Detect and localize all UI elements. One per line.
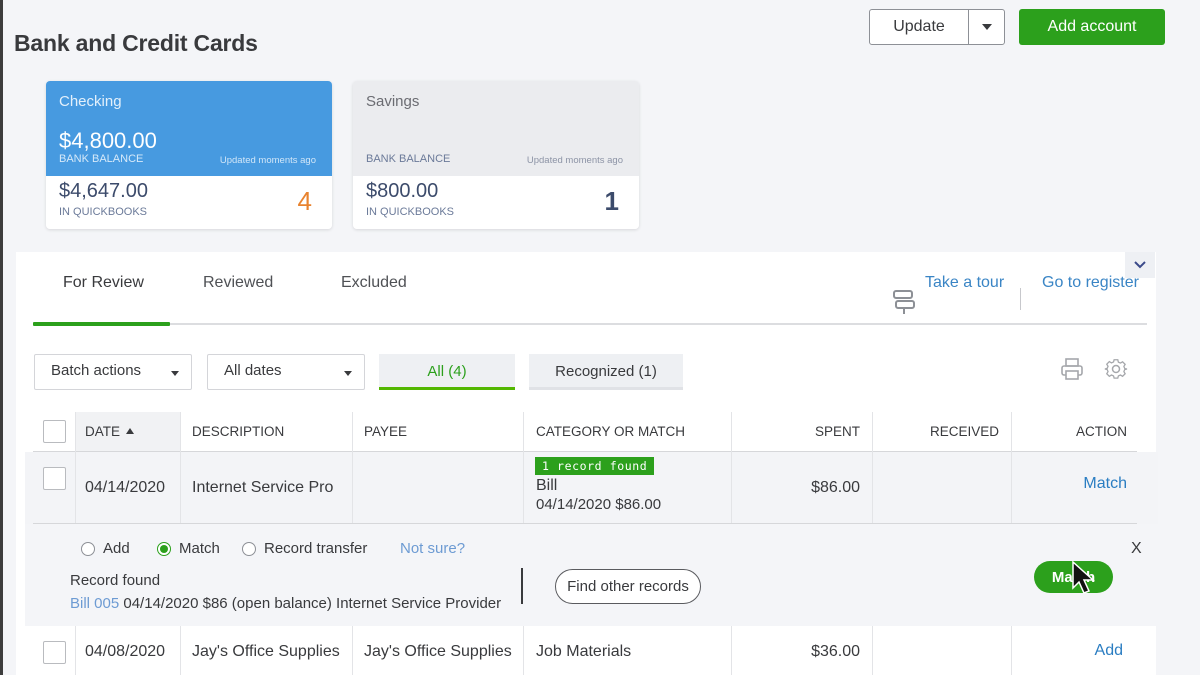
filter-recognized-tab[interactable]: Recognized (1) bbox=[529, 354, 683, 390]
bill-link[interactable]: Bill 005 bbox=[70, 595, 119, 612]
update-button[interactable]: Update bbox=[870, 10, 968, 44]
account-card-bank-section: Savings BANK BALANCE Updated moments ago bbox=[353, 81, 639, 176]
column-divider bbox=[872, 412, 873, 524]
page-title: Bank and Credit Cards bbox=[14, 30, 258, 56]
panel-divider bbox=[521, 568, 523, 604]
row-description: Jay's Office Supplies bbox=[192, 643, 340, 660]
record-found-detail: Bill 005 04/14/2020 $86 (open balance) I… bbox=[70, 595, 501, 612]
update-split-button: Update bbox=[869, 9, 1005, 45]
signpost-icon[interactable] bbox=[892, 289, 916, 315]
update-dropdown-toggle[interactable] bbox=[968, 10, 1004, 44]
column-header-category[interactable]: CATEGORY OR MATCH bbox=[536, 412, 685, 452]
bank-balance-label: BANK BALANCE bbox=[366, 153, 451, 165]
take-a-tour-link[interactable]: Take a tour bbox=[925, 274, 1004, 292]
column-header-payee[interactable]: PAYEE bbox=[364, 412, 407, 452]
account-card-quickbooks-section: $800.00 IN QUICKBOOKS 1 bbox=[353, 176, 639, 229]
row-checkbox[interactable] bbox=[43, 467, 66, 490]
match-action-link[interactable]: Match bbox=[1012, 475, 1127, 493]
row-spent: $86.00 bbox=[811, 479, 860, 496]
add-account-button[interactable]: Add account bbox=[1019, 9, 1165, 45]
account-card-savings[interactable]: Savings BANK BALANCE Updated moments ago… bbox=[353, 81, 639, 229]
radio-add[interactable]: Add bbox=[81, 540, 130, 557]
column-header-date[interactable]: DATE bbox=[85, 412, 135, 452]
account-name: Checking bbox=[59, 93, 122, 110]
row-category[interactable]: Job Materials bbox=[536, 643, 631, 661]
column-divider bbox=[523, 412, 524, 524]
row-spent: $36.00 bbox=[811, 643, 860, 660]
pending-transactions-count: 4 bbox=[297, 186, 312, 216]
updated-status: Updated moments ago bbox=[219, 155, 316, 166]
radio-match[interactable]: Match bbox=[157, 540, 220, 557]
print-icon[interactable] bbox=[1060, 357, 1084, 381]
column-header-action: ACTION bbox=[1075, 424, 1127, 439]
record-found-badge: 1 record found bbox=[535, 457, 655, 475]
account-card-bank-section: Checking $4,800.00 BANK BALANCE Updated … bbox=[46, 81, 332, 176]
caret-down-icon bbox=[981, 24, 992, 30]
chevron-down-icon bbox=[1134, 261, 1146, 269]
column-divider bbox=[75, 626, 76, 675]
column-divider bbox=[523, 626, 524, 675]
radio-unchecked-icon bbox=[81, 541, 95, 556]
quickbooks-balance-amount: $4,647.00 bbox=[59, 180, 148, 202]
links-divider bbox=[1020, 288, 1021, 310]
not-sure-link[interactable]: Not sure? bbox=[400, 540, 465, 557]
updated-status: Updated moments ago bbox=[526, 155, 623, 166]
row-category-detail: 04/14/2020 $86.00 bbox=[536, 496, 662, 513]
column-header-received[interactable]: RECEIVED bbox=[873, 412, 999, 452]
radio-checked-icon bbox=[157, 541, 171, 556]
quickbooks-balance-amount: $800.00 bbox=[366, 180, 439, 202]
record-found-label: Record found bbox=[70, 572, 161, 589]
row-date: 04/08/2020 bbox=[85, 643, 166, 660]
row-checkbox[interactable] bbox=[43, 641, 66, 664]
bank-balance-amount: $4,800.00 bbox=[59, 128, 157, 153]
column-divider bbox=[731, 412, 732, 524]
pending-transactions-count: 1 bbox=[604, 186, 619, 216]
date-range-label: All dates bbox=[224, 362, 282, 379]
account-card-checking[interactable]: Checking $4,800.00 BANK BALANCE Updated … bbox=[46, 81, 332, 229]
account-card-quickbooks-section: $4,647.00 IN QUICKBOOKS 4 bbox=[46, 176, 332, 229]
caret-down-icon bbox=[344, 371, 352, 376]
column-header-description[interactable]: DESCRIPTION bbox=[192, 412, 284, 452]
caret-down-icon bbox=[171, 371, 179, 376]
close-panel-button[interactable]: X bbox=[1131, 540, 1142, 558]
row-payee[interactable]: Jay's Office Supplies bbox=[364, 643, 512, 661]
tab-for-review[interactable]: For Review bbox=[63, 274, 144, 292]
tabs-divider bbox=[33, 323, 1147, 325]
go-to-register-link[interactable]: Go to register bbox=[1042, 274, 1139, 292]
radio-record-transfer[interactable]: Record transfer bbox=[242, 540, 367, 557]
row-description: Internet Service Pro bbox=[192, 479, 334, 496]
active-tab-indicator bbox=[33, 322, 170, 326]
column-divider bbox=[872, 626, 873, 675]
quickbooks-balance-label: IN QUICKBOOKS bbox=[59, 206, 148, 218]
record-detail-text: 04/14/2020 $86 (open balance) Internet S… bbox=[119, 595, 502, 612]
window-edge bbox=[0, 0, 3, 675]
column-divider bbox=[180, 412, 181, 524]
gear-icon[interactable] bbox=[1104, 357, 1128, 381]
account-name: Savings bbox=[366, 93, 420, 110]
batch-actions-dropdown[interactable]: Batch actions bbox=[34, 354, 192, 390]
row-date: 04/14/2020 bbox=[85, 479, 166, 496]
batch-actions-label: Batch actions bbox=[51, 362, 142, 379]
quickbooks-balance-label: IN QUICKBOOKS bbox=[366, 206, 455, 218]
add-action-link[interactable]: Add bbox=[1012, 642, 1123, 660]
row-category: Bill bbox=[536, 477, 558, 494]
header-divider bbox=[33, 451, 1137, 452]
sort-ascending-icon bbox=[126, 428, 135, 434]
radio-unchecked-icon bbox=[242, 541, 256, 556]
filter-all-tab[interactable]: All (4) bbox=[379, 354, 515, 390]
column-divider bbox=[180, 626, 181, 675]
column-divider bbox=[352, 626, 353, 675]
column-divider bbox=[1011, 412, 1012, 524]
find-other-records-button[interactable]: Find other records bbox=[555, 569, 701, 604]
select-all-checkbox[interactable] bbox=[43, 420, 66, 443]
tab-reviewed[interactable]: Reviewed bbox=[203, 274, 273, 292]
date-range-dropdown[interactable]: All dates bbox=[207, 354, 365, 390]
column-divider bbox=[75, 412, 76, 524]
mouse-cursor-icon bbox=[1072, 560, 1095, 594]
column-divider bbox=[352, 412, 353, 524]
bank-balance-label: BANK BALANCE bbox=[59, 153, 144, 165]
column-header-spent[interactable]: SPENT bbox=[732, 412, 860, 452]
tab-excluded[interactable]: Excluded bbox=[341, 274, 407, 292]
